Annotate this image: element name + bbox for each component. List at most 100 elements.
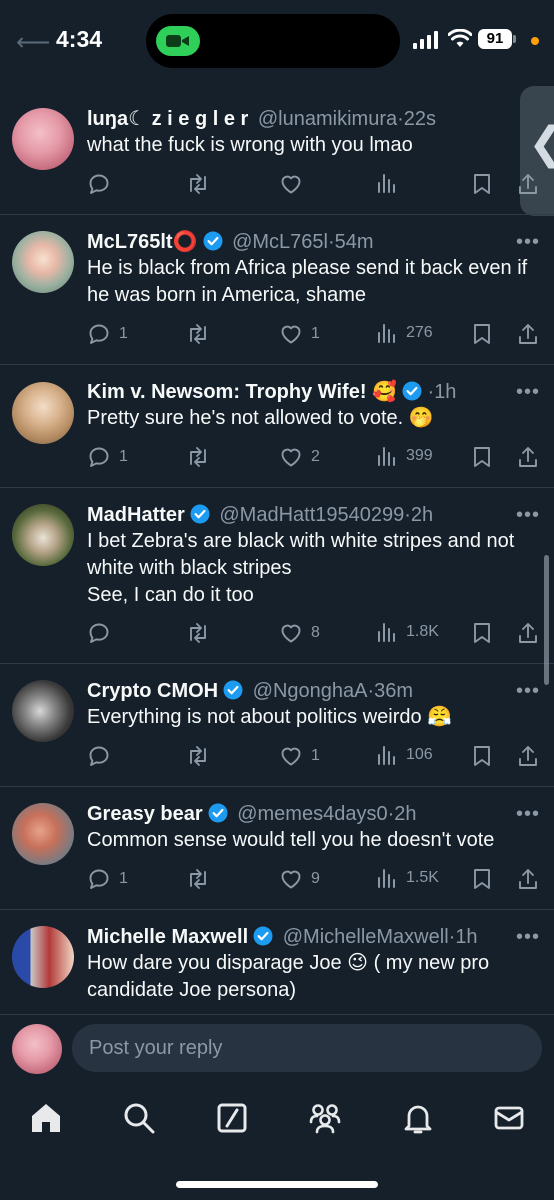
heart-icon [281, 747, 301, 766]
share-icon [519, 869, 537, 889]
tweet-text: He is black from Africa please send it b… [87, 257, 528, 306]
author-handle[interactable]: @McL765l [232, 231, 328, 253]
share-button[interactable] [517, 867, 539, 891]
like-button[interactable] [279, 172, 311, 196]
wifi-icon [448, 29, 472, 47]
reply-input[interactable]: Post your reply [72, 1024, 542, 1072]
repost-button[interactable] [185, 621, 211, 645]
views-button[interactable]: 399 [376, 445, 433, 467]
reply-button[interactable]: 1 [87, 867, 128, 891]
reply-composer: Post your reply [0, 1014, 554, 1085]
tweet[interactable]: ••• MadHatter @MadHatt19540299·2h I bet … [0, 488, 554, 664]
author-handle[interactable]: @memes4days0 [237, 803, 387, 825]
tweet-time: 1h [455, 926, 478, 948]
heart-icon [281, 175, 301, 194]
share-button[interactable] [517, 445, 539, 469]
bookmark-icon [474, 746, 490, 766]
repost-icon [190, 174, 206, 194]
author-name[interactable]: Crypto CMOH [87, 680, 218, 702]
tweet-text: Pretty sure he's not allowed to vote. 🤭 [87, 407, 434, 429]
author-name[interactable]: MadHatter [87, 504, 185, 526]
repost-icon [190, 623, 206, 643]
status-bar: ⟵ 4:34 91 [0, 0, 554, 92]
status-time: 4:34 [56, 26, 103, 52]
author-handle[interactable]: @lunamikimura [258, 108, 397, 130]
tweet[interactable]: ••• Michelle Maxwell @MichelleMaxwell·1h… [0, 910, 554, 1020]
tweet[interactable]: ••• McL765lt⭕ @McL765l·54m He is black f… [0, 215, 554, 365]
author-name[interactable]: Michelle Maxwell [87, 926, 248, 948]
avatar[interactable] [12, 504, 74, 566]
tweet[interactable]: luŋa☾ z i e g l e r @lunamikimura·22s wh… [0, 92, 554, 215]
repost-button[interactable] [185, 172, 211, 196]
reply-button[interactable]: 1 [87, 445, 128, 469]
reply-button[interactable]: 1 [87, 322, 128, 346]
reply-icon [89, 623, 109, 643]
tweet[interactable]: ••• Greasy bear @memes4days0·2h Common s… [0, 787, 554, 910]
share-button[interactable] [517, 322, 539, 346]
like-button[interactable]: 1 [279, 744, 320, 768]
author-name[interactable]: McL765lt⭕ [87, 231, 198, 253]
avatar[interactable] [12, 382, 74, 444]
tweet[interactable]: ••• Crypto CMOH @NgonghaA·36m Everything… [0, 664, 554, 787]
bookmark-icon [474, 869, 490, 889]
avatar[interactable] [12, 926, 74, 988]
share-button[interactable] [517, 744, 539, 768]
scrollbar[interactable] [544, 555, 549, 685]
repost-button[interactable] [185, 445, 211, 469]
back-arrow-icon[interactable]: ⟵ [16, 28, 50, 57]
signal-icon [413, 31, 438, 49]
views-button[interactable] [376, 172, 406, 194]
repost-icon [190, 869, 206, 889]
repost-button[interactable] [185, 322, 211, 346]
views-button[interactable]: 1.5K [376, 867, 439, 889]
verified-badge-icon [208, 803, 228, 823]
home-icon[interactable] [28, 1100, 64, 1136]
share-icon [519, 324, 537, 344]
tweet[interactable]: ••• Kim v. Newsom: Trophy Wife! 🥰 ·1h Pr… [0, 365, 554, 488]
tweet-time: 1h [434, 381, 457, 403]
bookmark-button[interactable] [471, 445, 493, 469]
author-handle[interactable]: @NgonghaA [253, 680, 368, 702]
avatar[interactable] [12, 803, 74, 865]
verified-badge-icon [402, 381, 422, 401]
avatar[interactable] [12, 680, 74, 742]
search-icon[interactable] [121, 1100, 157, 1136]
tweet-text: How dare you disparage Joe 😉 ( my new pr… [87, 952, 490, 1001]
grok-icon[interactable] [214, 1100, 250, 1136]
author-handle[interactable]: @MichelleMaxwell [283, 926, 449, 948]
author-name[interactable]: luŋa☾ z i e g l e r [87, 108, 248, 130]
avatar[interactable] [12, 231, 74, 293]
share-button[interactable] [517, 621, 539, 645]
bookmark-button[interactable] [471, 322, 493, 346]
messages-icon[interactable] [491, 1100, 527, 1136]
notifications-icon[interactable] [400, 1100, 436, 1136]
share-icon [519, 623, 537, 643]
home-indicator[interactable] [176, 1181, 378, 1188]
views-button[interactable]: 276 [376, 322, 433, 344]
author-handle[interactable]: @MadHatt19540299 [219, 504, 404, 526]
author-name[interactable]: Greasy bear [87, 803, 203, 825]
repost-button[interactable] [185, 744, 211, 768]
bookmark-button[interactable] [471, 867, 493, 891]
reply-icon [89, 324, 109, 344]
share-icon [519, 174, 537, 194]
like-button[interactable]: 8 [279, 621, 320, 645]
author-name[interactable]: Kim v. Newsom: Trophy Wife! 🥰 [87, 381, 397, 403]
like-button[interactable]: 2 [279, 445, 320, 469]
bookmark-button[interactable] [471, 744, 493, 768]
repost-button[interactable] [185, 867, 211, 891]
bookmark-button[interactable] [471, 621, 493, 645]
heart-icon [281, 624, 301, 643]
communities-icon[interactable] [307, 1100, 343, 1136]
reply-button[interactable] [87, 621, 119, 645]
reply-button[interactable] [87, 744, 119, 768]
views-button[interactable]: 1.8K [376, 621, 439, 643]
reply-button[interactable] [87, 172, 119, 196]
share-button[interactable] [517, 172, 539, 196]
analytics-icon [378, 174, 395, 193]
bookmark-button[interactable] [471, 172, 493, 196]
like-button[interactable]: 9 [279, 867, 320, 891]
views-button[interactable]: 106 [376, 744, 433, 766]
like-button[interactable]: 1 [279, 322, 320, 346]
avatar[interactable] [12, 108, 74, 170]
